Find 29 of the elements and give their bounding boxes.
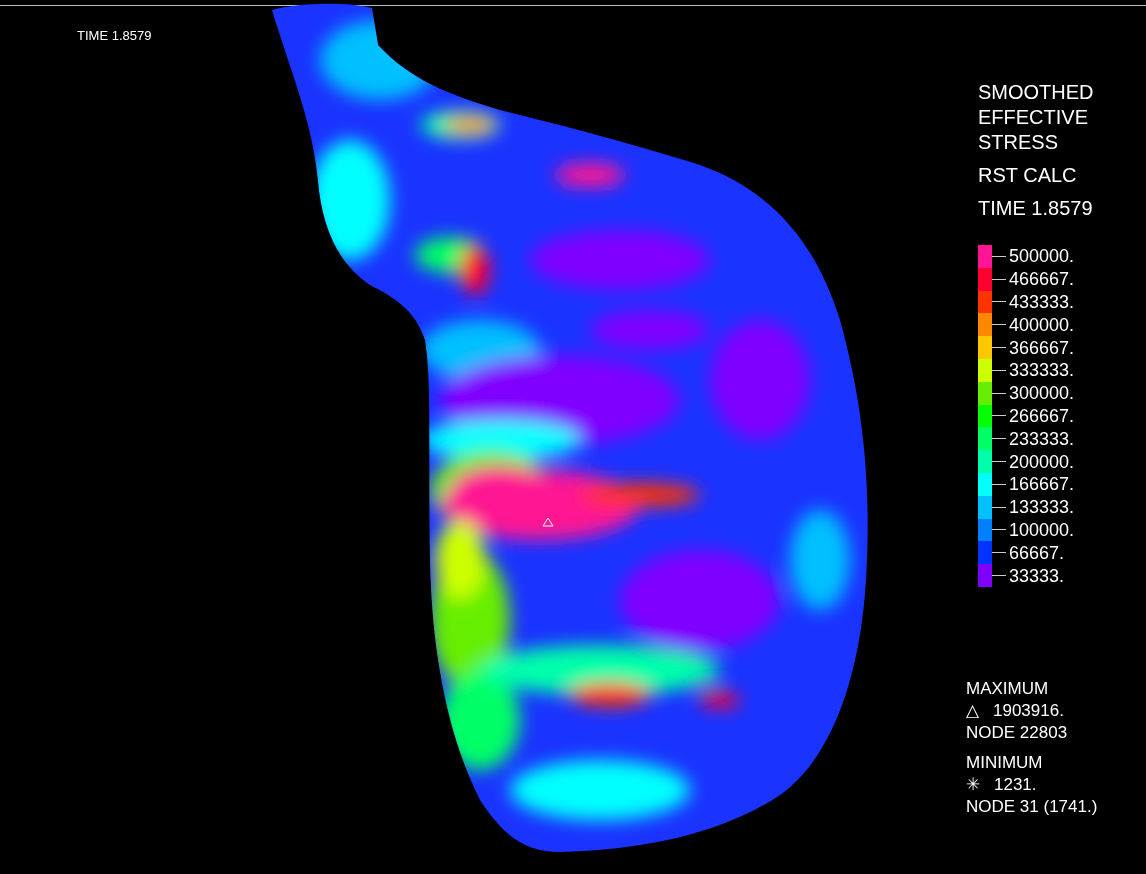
level-value: 466667. (1009, 270, 1075, 289)
maximum-heading: MAXIMUM (966, 678, 1050, 700)
legend-title: EFFECTIVE (978, 105, 1089, 130)
level-value: 366667. (1009, 338, 1075, 357)
legend-title: SMOOTHED (978, 80, 1094, 105)
level-value: 100000. (1009, 520, 1075, 539)
legend-title: STRESS (978, 130, 1060, 155)
level-value: 400000. (1009, 315, 1075, 334)
level-value: 266667. (1009, 406, 1075, 425)
level-value: 66667. (1009, 543, 1065, 562)
triangle-symbol: △ (966, 700, 979, 722)
maximum-node-label: NODE 22803 (966, 722, 1069, 744)
legend-time: TIME 1.8579 (978, 196, 1094, 221)
level-value: 200000. (1009, 452, 1075, 471)
level-value: 233333. (1009, 429, 1075, 448)
level-value: 300000. (1009, 384, 1075, 403)
time-label: TIME 1.8579 (77, 27, 152, 45)
legend-subtitle: RST CALC (978, 163, 1078, 188)
minimum-value: 1231. (994, 774, 1037, 796)
minimum-node-label: NODE 31 (1741.) (966, 796, 1098, 818)
level-value: 33333. (1009, 566, 1065, 585)
level-value: 133333. (1009, 498, 1075, 517)
asterisk-symbol: ✳ (966, 774, 980, 796)
level-value: 333333. (1009, 361, 1075, 380)
maximum-value: 1903916. (993, 700, 1064, 722)
level-value: 500000. (1009, 247, 1075, 266)
level-value: 433333. (1009, 293, 1075, 311)
level-value: 166667. (1009, 475, 1075, 494)
minimum-heading: MINIMUM (966, 752, 1044, 774)
